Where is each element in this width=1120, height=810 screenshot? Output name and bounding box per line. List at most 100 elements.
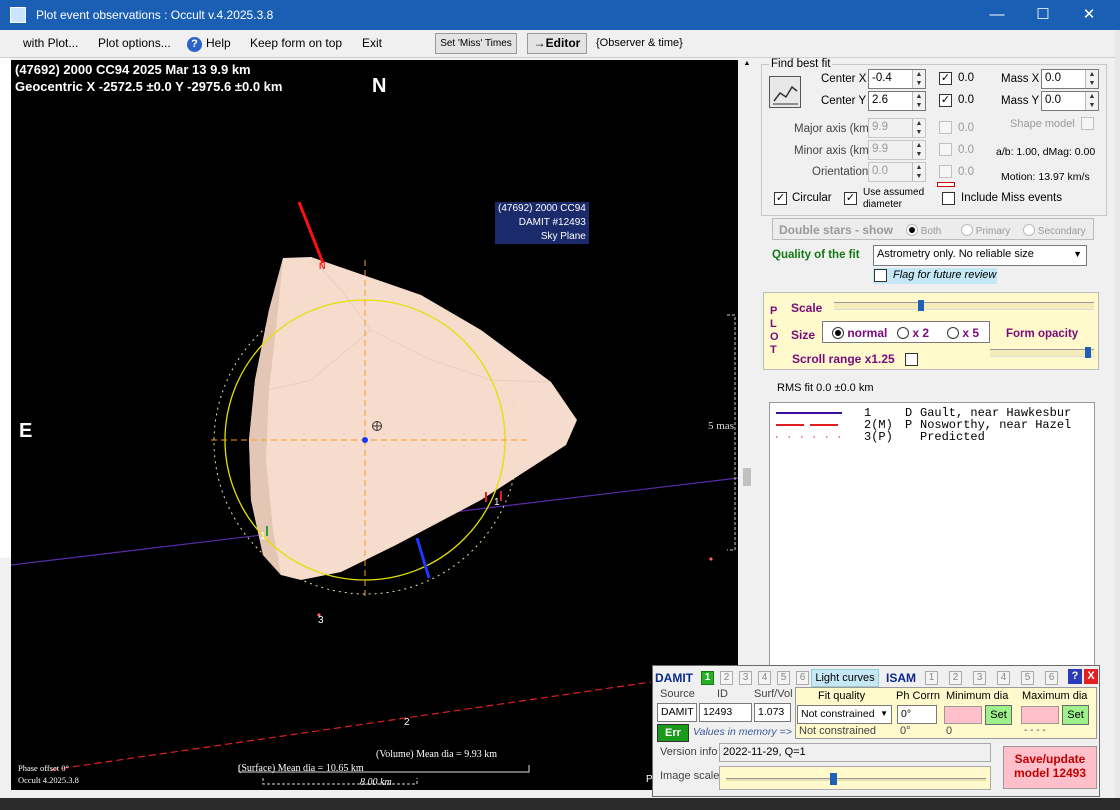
scroll-thumb[interactable]: [743, 468, 751, 486]
opacity-slider-thumb[interactable]: [1085, 347, 1092, 358]
flag-review-checkbox[interactable]: [874, 269, 887, 282]
shape-model-label: Shape model: [1010, 118, 1075, 130]
minor-axis-input[interactable]: 9.9 ▲ ▼: [868, 140, 926, 160]
minor-axis-spinner-icon[interactable]: ▲ ▼: [912, 141, 925, 159]
ph-corrn-field[interactable]: 0°: [897, 705, 937, 724]
menu-plot-options[interactable]: Plot options...: [98, 36, 171, 50]
min-dia-set-button[interactable]: Set: [985, 705, 1012, 725]
isam-model-5[interactable]: 5: [1021, 671, 1034, 685]
find-best-fit-button[interactable]: [769, 76, 801, 108]
editor-button[interactable]: →Editor: [527, 33, 587, 54]
isam-model-1[interactable]: 1: [925, 671, 938, 685]
save-update-model-button[interactable]: Save/update model 12493: [1003, 746, 1097, 789]
center-x-input[interactable]: -0.4 ▲ ▼: [868, 69, 926, 89]
center-y-spinner-icon[interactable]: ▲ ▼: [912, 92, 925, 110]
size-x5-radio[interactable]: [947, 327, 959, 339]
image-scale-thumb[interactable]: [829, 773, 837, 785]
minor-axis-checkbox[interactable]: [939, 143, 952, 156]
scale-slider-thumb[interactable]: [917, 300, 924, 311]
plot-area[interactable]: (47692) 2000 CC94 2025 Mar 13 9.9 km Geo…: [11, 60, 738, 790]
menu-exit[interactable]: Exit: [362, 36, 382, 50]
secondary-radio[interactable]: [1023, 224, 1035, 236]
damit-model-3[interactable]: 3: [739, 671, 752, 685]
max-dia-field[interactable]: [1021, 706, 1059, 724]
size-x2-radio[interactable]: [897, 327, 909, 339]
err-button[interactable]: Err: [657, 724, 689, 742]
scroll-range-checkbox[interactable]: [905, 353, 918, 366]
major-axis-input[interactable]: 9.9 ▲ ▼: [868, 118, 926, 138]
set-miss-times-button[interactable]: Set 'Miss' Times: [435, 33, 517, 54]
use-assumed-checkbox[interactable]: ✓: [844, 192, 857, 205]
isam-model-4[interactable]: 4: [997, 671, 1010, 685]
shape-model-checkbox[interactable]: [1081, 117, 1094, 130]
maximize-button[interactable]: ☐: [1020, 0, 1066, 30]
both-option[interactable]: Both: [906, 224, 941, 237]
id-field[interactable]: 12493: [699, 703, 752, 722]
include-miss-checkbox[interactable]: [942, 192, 955, 205]
minimize-button[interactable]: —: [974, 0, 1020, 30]
primary-label: Primary: [975, 226, 1011, 237]
east-label: E: [19, 420, 33, 442]
center-y-checkbox[interactable]: ✓: [939, 94, 952, 107]
center-x-spinner-icon[interactable]: ▲ ▼: [912, 70, 925, 88]
pole-n-label: N: [319, 261, 326, 271]
secondary-option[interactable]: Secondary: [1023, 224, 1086, 237]
surf-vol-field[interactable]: 1.073: [754, 703, 791, 722]
size-normal-radio[interactable]: [832, 327, 844, 339]
menu-help[interactable]: ? Help: [187, 36, 231, 52]
both-radio[interactable]: [906, 224, 918, 236]
orientation-input[interactable]: 0.0 ▲ ▼: [868, 162, 926, 182]
fit-quality-dropdown[interactable]: Not constrained ▼: [797, 705, 892, 724]
opacity-slider[interactable]: [990, 347, 1094, 358]
mass-x-input[interactable]: 0.0 ▲ ▼: [1041, 69, 1099, 89]
center-y-input[interactable]: 2.6 ▲ ▼: [868, 91, 926, 111]
mass-x-spinner-icon[interactable]: ▲ ▼: [1085, 70, 1098, 88]
isam-model-2[interactable]: 2: [949, 671, 962, 685]
primary-option[interactable]: Primary: [961, 224, 1010, 237]
title-bar: Plot event observations : Occult v.4.202…: [0, 0, 1120, 30]
menu-with-plot[interactable]: with Plot...: [23, 36, 78, 50]
isam-model-3[interactable]: 3: [973, 671, 986, 685]
chord-label-1a: 1: [494, 497, 500, 508]
quality-of-fit-value: Astrometry only. No reliable size: [877, 248, 1034, 260]
damit-model-5[interactable]: 5: [777, 671, 790, 685]
observer-legend-list[interactable]: 1 D Gault, near Hawkesbur 2(M) P Noswort…: [769, 402, 1095, 672]
orientation-checkbox[interactable]: [939, 165, 952, 178]
source-field[interactable]: DAMIT: [657, 703, 697, 722]
orientation-spinner-icon[interactable]: ▲ ▼: [912, 163, 925, 181]
close-button[interactable]: ✕: [1066, 0, 1112, 30]
scale-slider[interactable]: [834, 300, 1094, 311]
menu-keep-on-top[interactable]: Keep form on top: [250, 36, 342, 50]
damit-close-button[interactable]: X: [1084, 669, 1098, 684]
ellipse-color-swatch: [937, 182, 955, 187]
damit-model-6[interactable]: 6: [796, 671, 809, 685]
center-x-checkbox[interactable]: ✓: [939, 72, 952, 85]
damit-model-4[interactable]: 4: [758, 671, 771, 685]
include-miss-label: Include Miss events: [961, 192, 1062, 204]
damit-model-2[interactable]: 2: [720, 671, 733, 685]
plot-options-panel: PLOT Scale Size normal x 2 x 5 Form opac…: [763, 292, 1099, 370]
size-x5-option[interactable]: x 5: [947, 326, 979, 340]
min-dia-field[interactable]: [944, 706, 982, 724]
size-x5-label: x 5: [962, 326, 980, 340]
quality-of-fit-dropdown[interactable]: Astrometry only. No reliable size ▼: [873, 245, 1087, 266]
mass-y-input[interactable]: 0.0 ▲ ▼: [1041, 91, 1099, 111]
form-opacity-label: Form opacity: [1006, 328, 1079, 340]
plot-header-line2: Geocentric X -2572.5 ±0.0 Y -2975.6 ±0.0…: [15, 79, 283, 94]
isam-model-6[interactable]: 6: [1045, 671, 1058, 685]
scroll-up-arrow-icon[interactable]: ▲: [741, 60, 753, 72]
primary-radio[interactable]: [961, 224, 973, 236]
size-normal-option[interactable]: normal: [832, 326, 887, 340]
major-axis-spinner-icon[interactable]: ▲ ▼: [912, 119, 925, 137]
circular-checkbox[interactable]: ✓: [774, 192, 787, 205]
major-axis-checkbox[interactable]: [939, 121, 952, 134]
size-label: Size: [791, 328, 816, 342]
damit-help-button[interactable]: ?: [1068, 669, 1082, 684]
damit-model-1[interactable]: 1: [701, 671, 714, 685]
image-scale-slider[interactable]: [719, 766, 991, 790]
light-curves-button[interactable]: Light curves: [811, 669, 879, 687]
max-dia-set-button[interactable]: Set: [1062, 705, 1089, 725]
mass-y-spinner-icon[interactable]: ▲ ▼: [1085, 92, 1098, 110]
window-title: Plot event observations : Occult v.4.202…: [36, 8, 274, 22]
size-x2-option[interactable]: x 2: [897, 326, 929, 340]
